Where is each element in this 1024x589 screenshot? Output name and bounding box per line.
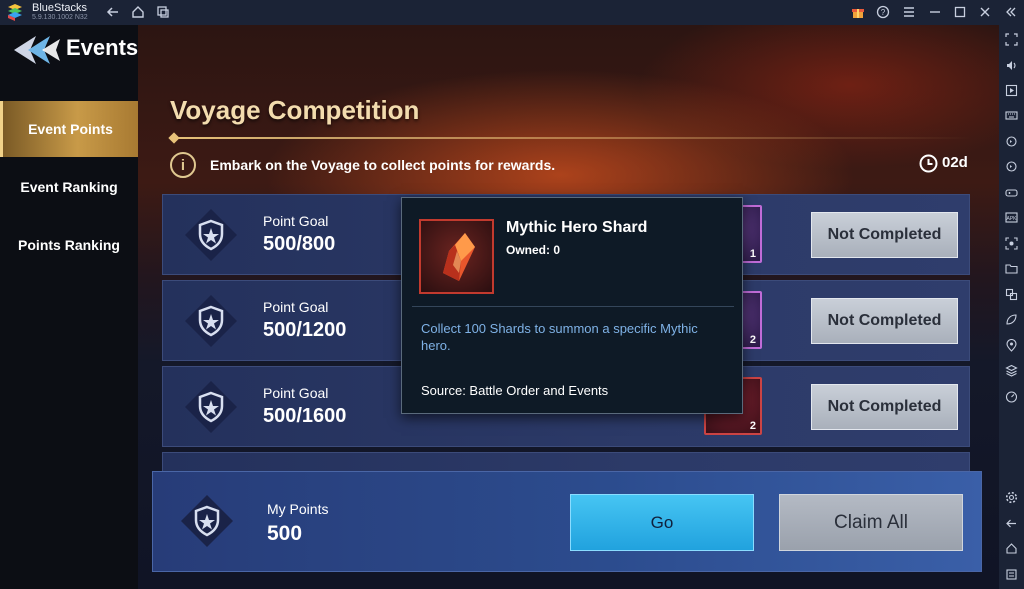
goal-progress: 500/800 xyxy=(263,233,336,255)
goal-label: Point Goal xyxy=(263,299,329,315)
goal-label: Point Goal xyxy=(263,385,329,401)
layers-icon[interactable] xyxy=(1004,363,1019,378)
tooltip-item-name: Mythic Hero Shard xyxy=(506,219,648,236)
title-bar: BlueStacks 5.9.130.1002 N32 ? xyxy=(0,0,1024,25)
shield-star-icon xyxy=(181,495,233,547)
my-points-label: My Points xyxy=(267,501,329,517)
multi-window-icon[interactable] xyxy=(1004,287,1019,302)
gift-icon[interactable] xyxy=(850,4,866,20)
back-icon[interactable] xyxy=(105,4,121,20)
shield-star-icon xyxy=(185,295,237,347)
nav-item-label: Event Points xyxy=(28,121,113,137)
nav-item-points-ranking[interactable]: Points Ranking xyxy=(0,217,138,273)
maximize-icon[interactable] xyxy=(952,4,968,20)
status-button[interactable]: Not Completed xyxy=(811,298,958,344)
app-version: 5.9.130.1002 N32 xyxy=(32,14,88,21)
eco-mode-icon[interactable] xyxy=(1004,312,1019,327)
tooltip-source: Source: Battle Order and Events xyxy=(421,383,609,398)
nav-item-event-points[interactable]: Event Points xyxy=(0,101,138,157)
tooltip-owned: Owned: 0 xyxy=(506,243,561,257)
reward-count: 2 xyxy=(749,334,756,346)
collapse-sidebar-icon[interactable] xyxy=(1003,4,1019,20)
android-back-icon[interactable] xyxy=(1004,516,1019,531)
info-text: Embark on the Voyage to collect points f… xyxy=(210,157,556,173)
page-title: Events xyxy=(66,35,139,60)
rotate-left-icon[interactable] xyxy=(1004,134,1019,149)
home-icon[interactable] xyxy=(130,4,146,20)
volume-icon[interactable] xyxy=(1004,58,1019,73)
tooltip-divider xyxy=(412,306,734,307)
multi-instance-icon[interactable] xyxy=(155,4,171,20)
apk-icon[interactable]: APK xyxy=(1004,210,1019,225)
title-divider-dot xyxy=(168,132,180,144)
svg-text:APK: APK xyxy=(1006,216,1017,222)
media-icon[interactable] xyxy=(1004,83,1019,98)
info-icon[interactable]: i xyxy=(170,152,196,178)
go-button[interactable]: Go xyxy=(570,494,754,551)
nav-item-event-ranking[interactable]: Event Ranking xyxy=(0,159,138,215)
section-title: Voyage Competition xyxy=(170,95,420,125)
event-nav: Events Event Points Event Ranking Points… xyxy=(0,25,138,589)
shield-star-icon xyxy=(185,381,237,433)
title-divider xyxy=(172,137,972,139)
crystal-shard-icon xyxy=(443,233,475,281)
app-name: BlueStacks xyxy=(32,2,88,14)
my-points-value: 500 xyxy=(267,522,303,545)
recent-apps-icon[interactable] xyxy=(1004,567,1019,582)
status-button[interactable]: Not Completed xyxy=(811,384,958,430)
reward-count: 2 xyxy=(749,420,756,432)
claim-all-button[interactable]: Claim All xyxy=(779,494,963,551)
hero-shard-item xyxy=(419,219,494,294)
nav-item-label: Points Ranking xyxy=(18,237,120,253)
nav-item-label: Event Ranking xyxy=(20,179,118,195)
minimize-icon[interactable] xyxy=(927,4,943,20)
back-arrow-icon[interactable] xyxy=(12,33,62,67)
game-screen: Events Event Points Event Ranking Points… xyxy=(0,25,999,589)
keyboard-icon[interactable] xyxy=(1004,108,1019,123)
bluestacks-sidebar: APK xyxy=(999,25,1024,589)
svg-text:?: ? xyxy=(881,8,886,17)
fullscreen-icon[interactable] xyxy=(1004,32,1019,47)
close-icon[interactable] xyxy=(977,4,993,20)
shield-star-icon xyxy=(185,209,237,261)
tooltip-description: Collect 100 Shards to summon a specific … xyxy=(421,321,698,353)
location-icon[interactable] xyxy=(1004,338,1019,353)
bluestacks-logo-icon xyxy=(8,4,22,21)
gamepad-icon[interactable] xyxy=(1004,185,1019,200)
rotate-right-icon[interactable] xyxy=(1004,159,1019,174)
item-tooltip: Mythic Hero Shard Owned: 0 Collect 100 S… xyxy=(401,197,743,414)
goal-label: Point Goal xyxy=(263,213,329,229)
countdown-timer: 02d xyxy=(942,154,968,171)
android-home-icon[interactable] xyxy=(1004,541,1019,556)
reward-count: 1 xyxy=(749,248,756,260)
menu-icon[interactable] xyxy=(901,4,917,20)
folder-icon[interactable] xyxy=(1004,261,1019,276)
settings-icon[interactable] xyxy=(1004,490,1019,505)
screenshot-icon[interactable] xyxy=(1004,236,1019,251)
status-button[interactable]: Not Completed xyxy=(811,212,958,258)
my-points-bar: My Points 500 Go Claim All xyxy=(152,471,982,572)
performance-icon[interactable] xyxy=(1004,389,1019,404)
clock-icon xyxy=(919,154,938,173)
goal-progress: 500/1200 xyxy=(263,319,347,341)
goal-progress: 500/1600 xyxy=(263,405,347,427)
help-icon[interactable]: ? xyxy=(875,4,891,20)
